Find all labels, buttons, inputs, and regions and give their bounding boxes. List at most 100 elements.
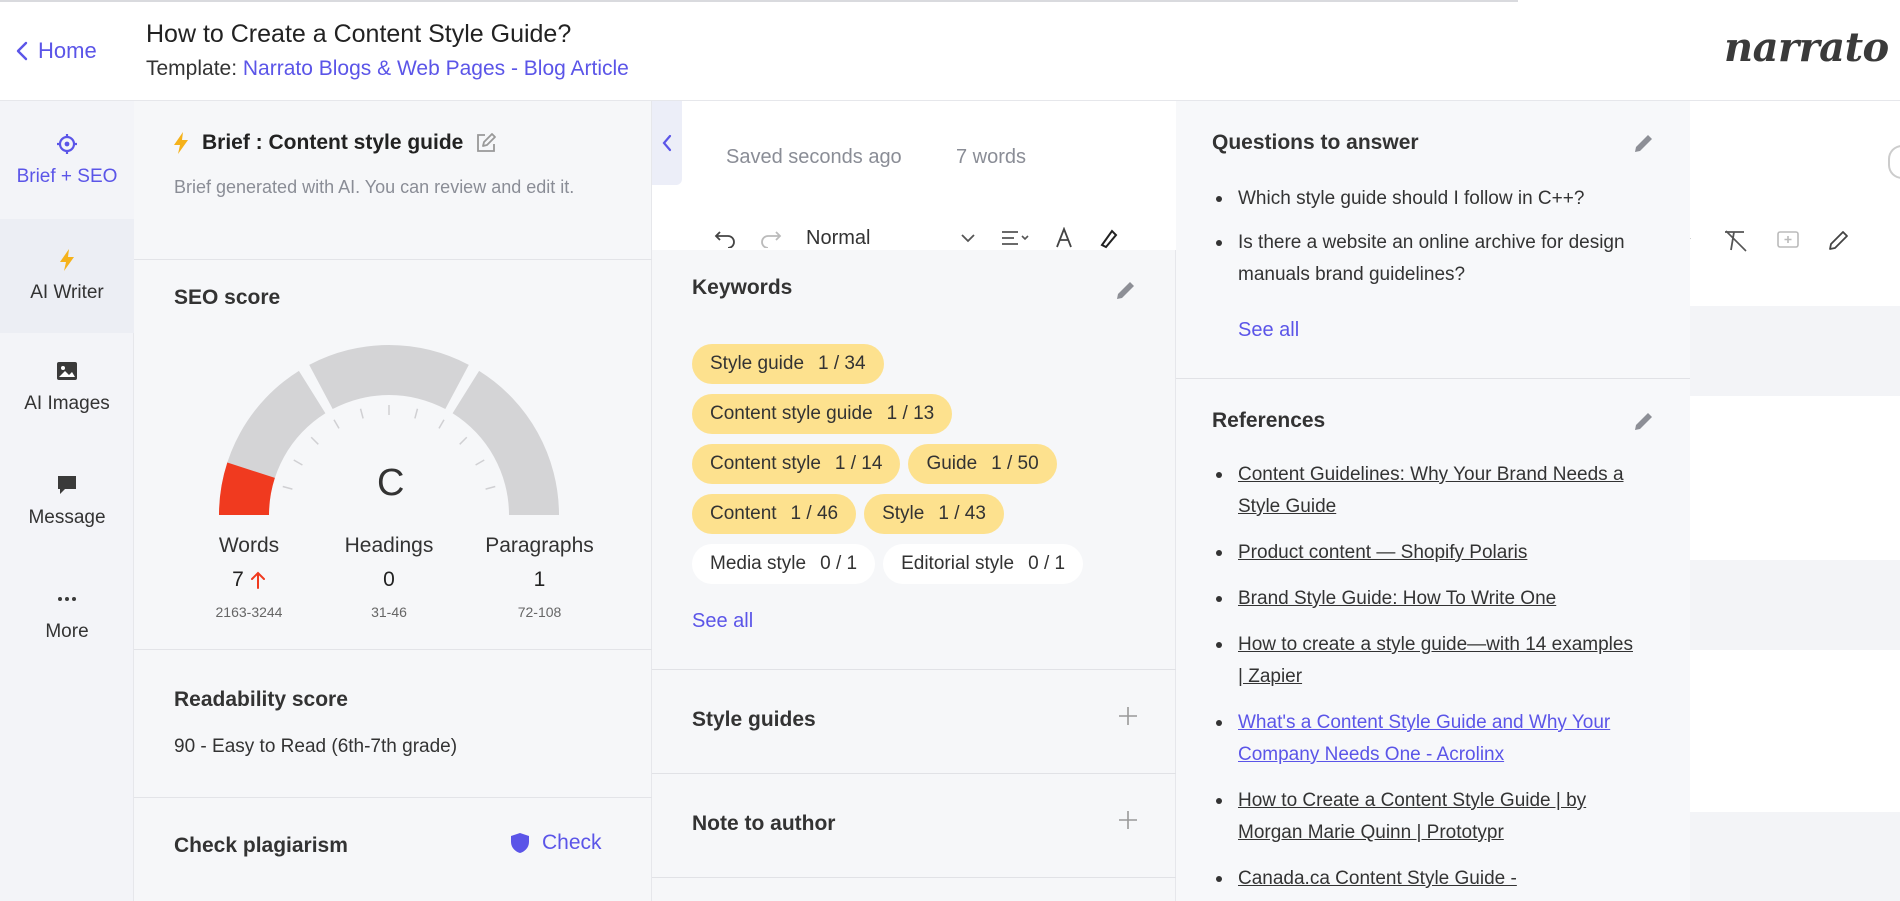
editor-stripe	[1690, 812, 1900, 901]
chevron-left-icon	[662, 134, 672, 152]
keywords-see-all-link[interactable]: See all	[692, 610, 753, 633]
highlighter-icon[interactable]	[1098, 227, 1118, 249]
keyword-chip[interactable]: Style guide 1 / 34	[692, 344, 884, 384]
check-plagiarism-button[interactable]: Check	[510, 831, 602, 855]
reference-item[interactable]: How to create a style guide—with 14 exam…	[1212, 629, 1642, 693]
questions-card: Questions to answer Which style guide sh…	[1176, 101, 1690, 379]
home-back-link[interactable]: Home	[16, 38, 97, 64]
keyword-count: 1 / 46	[790, 503, 839, 524]
collapse-panel-button[interactable]	[652, 101, 682, 185]
keyword-term: Content style guide	[710, 403, 873, 424]
keyword-count: 1 / 34	[818, 353, 866, 374]
stat-headings: Headings 0 31-46	[314, 534, 464, 620]
gauge-tick	[485, 485, 496, 490]
nav-brief-seo[interactable]: Brief + SEO	[0, 101, 134, 219]
nav-more[interactable]: More	[0, 561, 134, 669]
redo-icon[interactable]	[760, 228, 782, 248]
nav-ai-writer[interactable]: AI Writer	[0, 219, 134, 333]
plus-icon[interactable]	[1118, 810, 1138, 830]
gauge-segment	[309, 345, 469, 410]
font-color-icon[interactable]	[1054, 227, 1074, 249]
reference-item[interactable]: What's a Content Style Guide and Why You…	[1212, 707, 1642, 771]
keyword-count: 1 / 50	[991, 453, 1039, 474]
reference-link[interactable]: Canada.ca Content Style Guide -	[1238, 868, 1517, 889]
gauge-tick	[293, 459, 303, 466]
seo-grade: C	[377, 462, 405, 504]
questions-title: Questions to answer	[1212, 131, 1419, 154]
references-card: References Content Guidelines: Why Your …	[1176, 379, 1690, 901]
readability-value: 90 - Easy to Read (6th-7th grade)	[174, 736, 458, 757]
chevron-left-icon	[16, 41, 28, 61]
reference-link[interactable]: Content Guidelines: Why Your Brand Needs…	[1238, 464, 1624, 517]
references-list: Content Guidelines: Why Your Brand Needs…	[1212, 459, 1642, 901]
editor-canvas[interactable]	[1690, 101, 1900, 901]
gauge-tick	[459, 436, 468, 445]
reference-item[interactable]: Content Guidelines: Why Your Brand Needs…	[1212, 459, 1642, 523]
edit-pencil-icon[interactable]	[1632, 409, 1656, 433]
keyword-chip[interactable]: Style 1 / 43	[864, 494, 1004, 534]
reference-link[interactable]: How to create a style guide—with 14 exam…	[1238, 634, 1633, 687]
side-nav: Brief + SEO AI Writer AI Images Message …	[0, 101, 134, 901]
gauge-tick	[333, 419, 340, 429]
keyword-term: Media style	[710, 553, 807, 574]
keyword-count: 0 / 1	[820, 553, 858, 574]
nav-message[interactable]: Message	[0, 447, 134, 555]
reference-link[interactable]: How to Create a Content Style Guide | by…	[1238, 790, 1586, 843]
brief-title-text: Brief : Content style guide	[202, 131, 464, 154]
format-select[interactable]: Normal	[806, 227, 936, 250]
style-guides-card[interactable]: Style guides	[652, 670, 1176, 774]
keyword-count: 1 / 43	[938, 503, 986, 524]
more-dots-icon	[55, 587, 79, 611]
lightning-icon	[172, 131, 190, 155]
template-link[interactable]: Narrato Blogs & Web Pages - Blog Article	[243, 57, 629, 80]
keyword-term: Style guide	[710, 353, 805, 374]
reference-link[interactable]: What's a Content Style Guide and Why You…	[1238, 712, 1610, 765]
brief-description: Brief generated with AI. You can review …	[174, 177, 575, 197]
keyword-count: 1 / 14	[834, 453, 883, 474]
clear-format-icon[interactable]	[1722, 229, 1750, 253]
gauge-tick	[475, 459, 485, 466]
app-header: Home How to Create a Content Style Guide…	[0, 0, 1900, 101]
keyword-chip[interactable]: Content style guide 1 / 13	[692, 394, 953, 434]
reference-link[interactable]: Brand Style Guide: How To Write One	[1238, 588, 1556, 609]
keyword-chip[interactable]: Content style 1 / 14	[692, 444, 901, 484]
plus-icon[interactable]	[1118, 706, 1138, 726]
keyword-count: 0 / 1	[1028, 553, 1066, 574]
stat-range: 31-46	[371, 604, 407, 620]
keyword-term: Guide	[926, 453, 978, 474]
keyword-chip[interactable]: Editorial style 0 / 1	[883, 544, 1084, 584]
questions-see-all-link[interactable]: See all	[1238, 319, 1299, 342]
pencil-icon[interactable]	[1826, 229, 1850, 253]
keyword-term: Editorial style	[901, 553, 1015, 574]
align-icon[interactable]	[1000, 228, 1030, 248]
stat-words: Words 7 2163-3244	[174, 534, 324, 620]
keyword-term: Style	[882, 503, 925, 524]
chevron-down-icon[interactable]	[960, 233, 976, 243]
reference-item[interactable]: Canada.ca Content Style Guide -	[1212, 863, 1642, 895]
editor-stripe	[1690, 560, 1900, 650]
reference-item[interactable]: Product content — Shopify Polaris	[1212, 537, 1642, 569]
seo-score-card: SEO score C Words 7 2163-3244 Headings 0…	[134, 260, 652, 650]
reference-item[interactable]: Brand Style Guide: How To Write One	[1212, 583, 1642, 615]
question-item: Which style guide should I follow in C++…	[1212, 183, 1642, 215]
edit-pencil-icon[interactable]	[1114, 278, 1138, 302]
edit-icon[interactable]	[475, 132, 497, 154]
keyword-chip[interactable]: Guide 1 / 50	[908, 444, 1057, 484]
note-to-author-card[interactable]: Note to author	[652, 774, 1176, 878]
brief-panel: Brief : Content style guide Brief genera…	[134, 101, 652, 901]
undo-icon[interactable]	[714, 228, 736, 248]
keyword-chip[interactable]: Media style 0 / 1	[692, 544, 876, 584]
brief-header: Brief : Content style guide Brief genera…	[134, 101, 652, 260]
keyword-term: Content	[710, 503, 777, 524]
stat-range: 72-108	[517, 604, 562, 620]
stat-label: Paragraphs	[485, 534, 594, 557]
home-label: Home	[38, 38, 97, 63]
reference-link[interactable]: Product content — Shopify Polaris	[1238, 542, 1527, 563]
nav-ai-images[interactable]: AI Images	[0, 333, 134, 441]
edit-pencil-icon[interactable]	[1632, 131, 1656, 155]
keyword-chip[interactable]: Content 1 / 46	[692, 494, 857, 534]
keywords-card: Keywords Style guide 1 / 34 Content style…	[652, 250, 1176, 670]
readability-card: Readability score 90 - Easy to Read (6th…	[134, 650, 652, 798]
add-comment-icon[interactable]	[1776, 230, 1800, 252]
reference-item[interactable]: How to Create a Content Style Guide | by…	[1212, 785, 1642, 849]
